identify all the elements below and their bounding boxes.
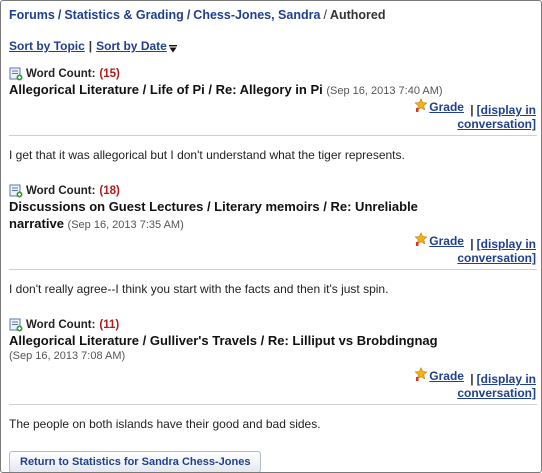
sort-divider: | — [88, 39, 93, 53]
display-link-line1: [display in — [476, 372, 536, 386]
post-title: Discussions on Guest Lectures / Literary… — [9, 198, 536, 234]
word-count-label: Word Count: — [26, 185, 96, 197]
post-title-text: Discussions on Guest Lectures / Literary… — [9, 199, 418, 214]
display-link-line2: conversation] — [457, 251, 536, 265]
word-count-value: (11) — [99, 319, 120, 331]
window-frame: Forums / Statistics & Grading / Chess-Jones,… — [0, 0, 542, 473]
post-actions: Grade | [display in conversation] — [9, 98, 536, 131]
post-actions: Grade | [display in conversation] — [9, 367, 536, 400]
post-item: Word Count: (11) Allegorical Literature … — [9, 310, 537, 431]
post-date: (Sep 16, 2013 7:40 AM) — [326, 85, 443, 97]
sort-by-topic-link[interactable]: Sort by Topic — [9, 39, 85, 53]
sort-descending-icon[interactable] — [168, 42, 177, 53]
post-item: Word Count: (15) Allegorical Literature … — [9, 59, 537, 162]
grade-link[interactable]: Grade — [429, 234, 464, 248]
breadcrumb-separator: / — [186, 8, 191, 22]
actions-divider: | — [470, 103, 474, 117]
star-ribbon-icon[interactable] — [414, 98, 428, 112]
grade-group: Grade — [414, 98, 464, 114]
word-count-label: Word Count: — [26, 319, 96, 331]
post-actions: Grade | [display in conversation] — [9, 232, 536, 265]
breadcrumb-separator: / — [57, 8, 62, 22]
grade-group: Grade — [414, 232, 464, 248]
breadcrumb: Forums / Statistics & Grading / Chess-Jones,… — [9, 7, 536, 23]
display-link-line1: [display in — [476, 103, 536, 117]
return-to-statistics-button[interactable]: Return to Statistics for Sandra Chess-Jo… — [9, 451, 262, 472]
breadcrumb-student[interactable]: Chess-Jones, Sandra — [193, 8, 320, 22]
star-ribbon-icon[interactable] — [414, 232, 428, 246]
word-count-label: Word Count: — [26, 68, 96, 80]
word-count-row: Word Count: (18) — [9, 184, 536, 198]
star-ribbon-icon[interactable] — [414, 367, 428, 381]
grade-link[interactable]: Grade — [429, 100, 464, 114]
breadcrumb-forums[interactable]: Forums — [9, 8, 55, 22]
post-title: Allegorical Literature / Gulliver's Trav… — [9, 332, 536, 349]
post-date: (Sep 16, 2013 7:35 AM) — [67, 219, 184, 231]
word-count-row: Word Count: (15) — [9, 67, 536, 81]
breadcrumb-current: Authored — [329, 8, 386, 22]
display-link-line2: conversation] — [457, 117, 536, 131]
post-date: (Sep 16, 2013 7:08 AM) — [9, 350, 126, 362]
sort-bar: Sort by Topic | Sort by Date — [9, 39, 536, 53]
post-title-text: Allegorical Literature / Gulliver's Trav… — [9, 333, 438, 348]
post-body: I get that it was allegorical but I don'… — [9, 148, 405, 162]
post-title-text: Allegorical Literature / Life of Pi / Re… — [9, 82, 323, 97]
breadcrumb-statistics-grading[interactable]: Statistics & Grading — [64, 8, 183, 22]
page-content: Forums / Statistics & Grading / Chess-Jones,… — [9, 7, 537, 472]
post-body: The people on both islands have their go… — [9, 417, 321, 431]
post-header: Word Count: (18) Discussions on Guest Le… — [9, 176, 536, 234]
display-link-line2: conversation] — [457, 386, 536, 400]
document-icon — [9, 67, 23, 81]
breadcrumb-separator: / — [323, 8, 327, 22]
word-count-value: (18) — [99, 185, 120, 197]
word-count-row: Word Count: (11) — [9, 318, 536, 332]
post-body: I don't really agree--I think you start … — [9, 282, 389, 296]
post-header: Word Count: (15) Allegorical Literature … — [9, 59, 536, 100]
actions-divider: | — [470, 372, 474, 386]
document-icon — [9, 184, 23, 198]
grade-group: Grade — [414, 367, 464, 383]
post-title-text-continued: narrative — [9, 216, 64, 231]
actions-divider: | — [470, 237, 474, 251]
grade-link[interactable]: Grade — [429, 369, 464, 383]
post-item: Word Count: (18) Discussions on Guest Le… — [9, 176, 537, 296]
word-count-value: (15) — [99, 68, 120, 80]
post-header: Word Count: (11) Allegorical Literature … — [9, 310, 536, 363]
sort-by-date-link[interactable]: Sort by Date — [96, 39, 167, 53]
display-link-line1: [display in — [476, 237, 536, 251]
document-icon — [9, 318, 23, 332]
post-title: Allegorical Literature / Life of Pi / Re… — [9, 81, 536, 100]
